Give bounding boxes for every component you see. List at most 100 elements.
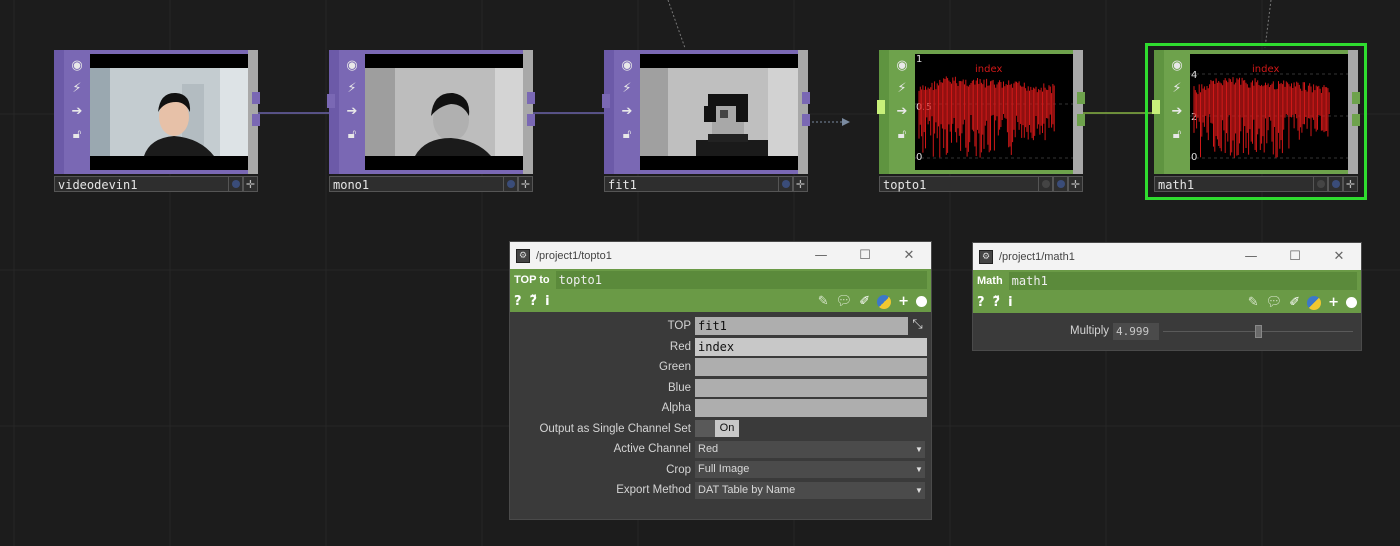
bypass-icon[interactable]: ⚡ [67,78,87,98]
red-channel-field[interactable]: index [695,337,927,356]
output-strip [1073,50,1083,174]
operator-name-field[interactable]: topto1 [555,271,927,289]
output-port[interactable] [252,114,260,126]
crop-menu[interactable]: Full Image ▼ [695,461,925,479]
bypass-icon[interactable]: ⚡ [342,78,362,98]
node-videodevin1[interactable]: ◉ ⚡ ➔ 🔓︎ videodevin1 ✛ [54,50,260,193]
output-port[interactable] [1077,92,1085,104]
lock-icon[interactable]: 🔓︎ [67,124,87,144]
slider-handle[interactable] [1255,324,1262,338]
node-pick-icon[interactable]: ⤡ [908,317,927,335]
viewer-icon[interactable]: ◉ [67,55,87,75]
add-icon[interactable]: + [1328,296,1339,309]
output-port[interactable] [252,92,260,104]
node-info-button[interactable] [503,176,518,192]
python-icon[interactable] [877,294,892,309]
help-icon[interactable]: ? [977,296,985,309]
edit-icon[interactable]: ✎ [1248,296,1259,309]
single-channel-toggle[interactable]: On [695,420,739,438]
node-name[interactable]: fit1 [604,176,778,192]
viewer-icon[interactable]: ◉ [342,55,362,75]
maximize-icon[interactable]: ☐ [843,248,887,263]
node-info-button[interactable] [1038,176,1053,192]
lock-icon[interactable]: 🔓︎ [342,124,362,144]
expand-icon[interactable] [1346,297,1357,308]
node-plus-button[interactable]: ✛ [518,176,533,192]
display-icon[interactable]: ➔ [892,101,912,121]
minimize-icon[interactable]: — [1229,249,1273,264]
input-port[interactable] [327,94,335,108]
node-info-button[interactable] [1313,176,1328,192]
node-plus-button[interactable]: ✛ [1068,176,1083,192]
output-port[interactable] [802,114,810,126]
node-info-button-2[interactable] [1053,176,1068,192]
node-name[interactable]: topto1 [879,176,1038,192]
input-port[interactable] [602,94,610,108]
alpha-channel-field[interactable] [695,399,927,418]
display-icon[interactable]: ➔ [617,101,637,121]
viewer-icon[interactable]: ◉ [892,55,912,75]
display-icon[interactable]: ➔ [342,101,362,121]
top-path-field[interactable]: fit1 [695,317,908,336]
node-topto1[interactable]: ◉ ⚡ ➔ 🔓︎ 0.5 0 1 index topto1 ✛ [877,50,1085,193]
node-name[interactable]: math1 [1154,176,1313,192]
output-port[interactable] [1077,114,1085,126]
export-method-menu[interactable]: DAT Table by Name ▼ [695,481,925,499]
minimize-icon[interactable]: — [799,248,843,263]
comment-icon[interactable]: 💬︎ [1266,296,1283,309]
custom-params-icon[interactable]: ✐ [859,295,870,308]
info-icon[interactable]: i [1008,296,1012,309]
viewer-icon[interactable]: ◉ [617,55,637,75]
maximize-icon[interactable]: ☐ [1273,249,1317,264]
bypass-icon[interactable]: ⚡ [1167,78,1187,98]
lock-icon[interactable]: 🔓︎ [1167,124,1187,144]
lock-icon[interactable]: 🔓︎ [892,124,912,144]
help-icon[interactable]: ? [514,295,522,308]
node-fit1[interactable]: ◉ ⚡ ➔ 🔓︎ fit1 ✛ [602,50,810,193]
python-help-icon[interactable]: ?̈ [993,296,1001,309]
python-help-icon[interactable]: ?̈ [530,295,538,308]
output-port[interactable] [527,92,535,104]
operator-name-field[interactable]: math1 [1008,272,1357,290]
bypass-icon[interactable]: ⚡ [617,78,637,98]
output-port[interactable] [527,114,535,126]
display-icon[interactable]: ➔ [67,101,87,121]
node-namebar: mono1 ✛ [329,176,533,192]
active-channel-menu[interactable]: Red ▼ [695,440,925,458]
edit-icon[interactable]: ✎ [818,295,829,308]
lock-icon[interactable]: 🔓︎ [617,124,637,144]
blue-channel-field[interactable] [695,378,927,397]
node-plus-button[interactable]: ✛ [793,176,808,192]
comment-icon[interactable]: 💬︎ [836,295,853,308]
viewer-icon[interactable]: ◉ [1167,55,1187,75]
green-channel-field[interactable] [695,358,927,377]
close-icon[interactable]: ✕ [887,248,931,263]
node-name[interactable]: videodevin1 [54,176,228,192]
output-port[interactable] [1352,92,1360,104]
node-info-button[interactable] [778,176,793,192]
input-port[interactable] [1152,100,1160,114]
param-row-top: TOP fit1 ⤡ [510,316,931,337]
node-math1[interactable]: ◉ ⚡ ➔ 🔓︎ 4 2 0 index math1 ✛ [1152,50,1360,193]
input-port[interactable] [877,100,885,114]
node-plus-button[interactable]: ✛ [243,176,258,192]
node-name[interactable]: mono1 [329,176,503,192]
python-icon[interactable] [1307,295,1322,310]
node-mono1[interactable]: ◉ ⚡ ➔ 🔓︎ mono1 ✛ [327,50,535,193]
custom-params-icon[interactable]: ✐ [1289,296,1300,309]
expand-icon[interactable] [916,296,927,307]
info-icon[interactable]: i [545,295,549,308]
bypass-icon[interactable]: ⚡ [892,78,912,98]
menu-value: DAT Table by Name [698,483,796,496]
node-plus-button[interactable]: ✛ [1343,176,1358,192]
display-icon[interactable]: ➔ [1167,101,1187,121]
add-icon[interactable]: + [898,295,909,308]
multiply-slider[interactable] [1163,323,1353,340]
close-icon[interactable]: ✕ [1317,249,1361,264]
param-label: Green [659,361,691,374]
multiply-value-field[interactable]: 4.999 [1113,322,1159,340]
output-port[interactable] [802,92,810,104]
output-port[interactable] [1352,114,1360,126]
node-info-button[interactable] [228,176,243,192]
node-info-button-2[interactable] [1328,176,1343,192]
